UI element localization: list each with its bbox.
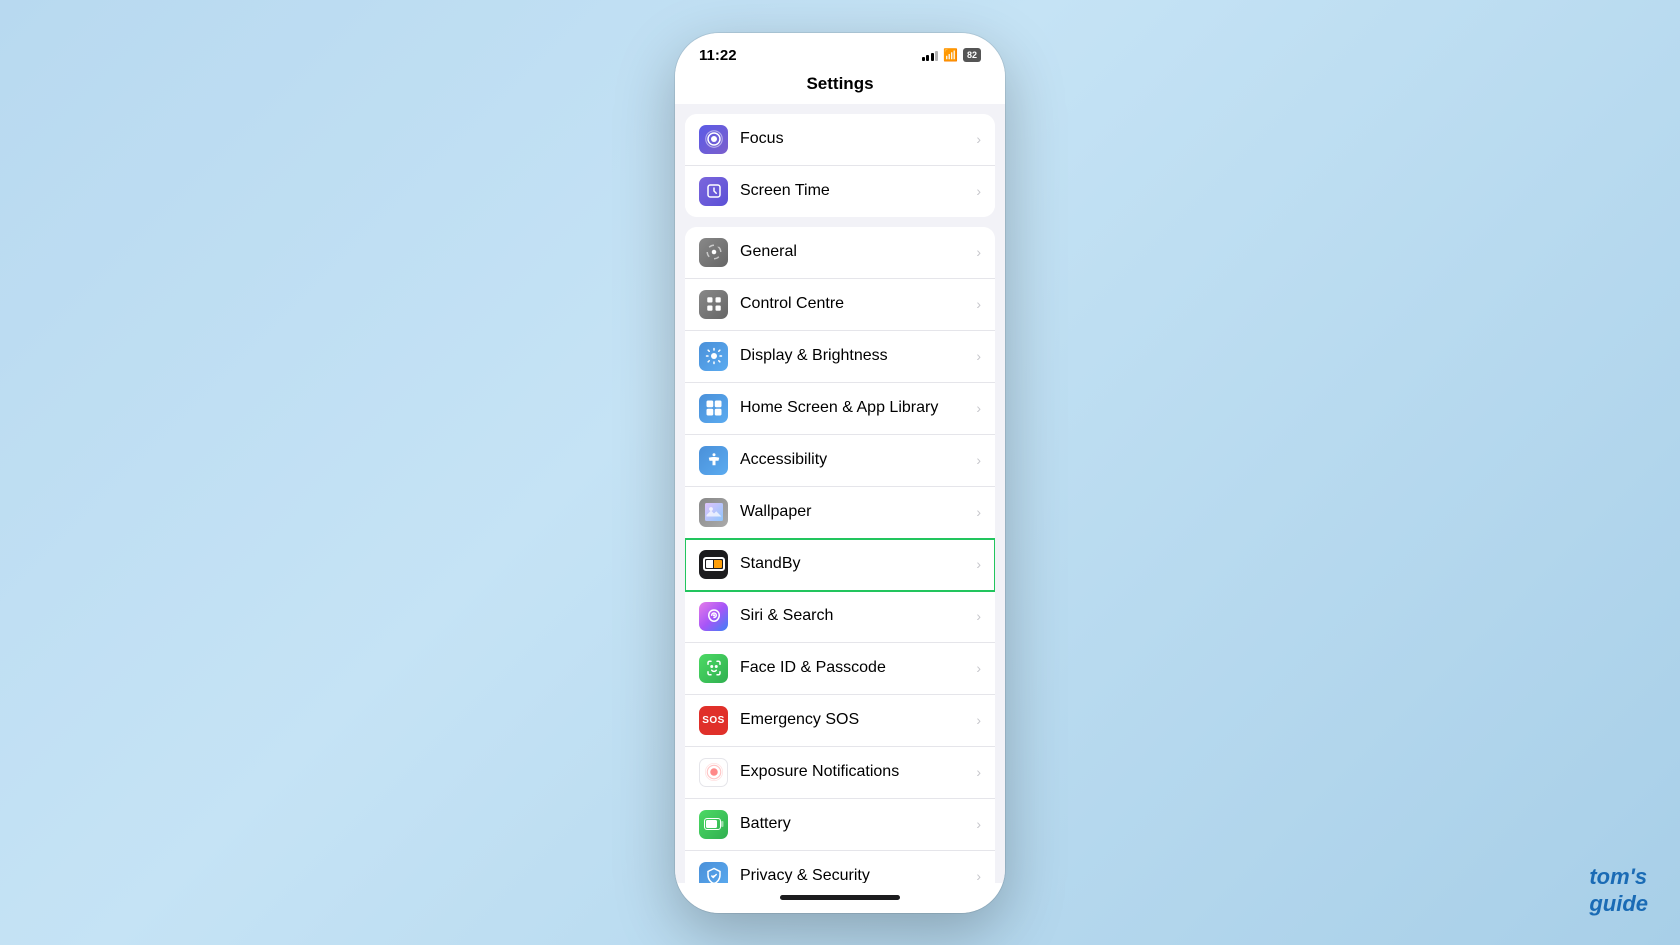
homescreen-icon-svg [705, 399, 723, 417]
status-bar: 11:22 📶 82 [675, 33, 1005, 70]
settings-row-emergency[interactable]: SOS Emergency SOS › [685, 695, 995, 747]
emergency-icon: SOS [699, 706, 728, 735]
wallpaper-label: Wallpaper [740, 503, 976, 521]
display-icon-svg [705, 347, 723, 365]
general-icon-svg [705, 243, 723, 261]
emergency-label: Emergency SOS [740, 711, 976, 729]
battery-icon: 82 [963, 48, 981, 62]
siri-icon-svg [705, 607, 723, 625]
phone-frame: 11:22 📶 82 Settings [675, 33, 1005, 913]
homescreen-icon [699, 394, 728, 423]
status-icons: 📶 82 [922, 48, 981, 62]
controlcentre-chevron: › [976, 296, 981, 312]
section-2: General › Control Centre › [685, 227, 995, 883]
controlcentre-icon-svg [705, 295, 723, 313]
exposure-chevron: › [976, 764, 981, 780]
emergency-icon-text: SOS [702, 715, 725, 726]
exposure-icon [699, 758, 728, 787]
exposure-label: Exposure Notifications [740, 763, 976, 781]
exposure-icon-svg [705, 763, 723, 781]
battery-icon-row [699, 810, 728, 839]
accessibility-label: Accessibility [740, 451, 976, 469]
accessibility-icon [699, 446, 728, 475]
screentime-icon-svg [705, 182, 723, 200]
settings-row-standby[interactable]: StandBy › [685, 539, 995, 591]
settings-row-siri[interactable]: Siri & Search › [685, 591, 995, 643]
toms-guide-line1: tom's [1589, 864, 1648, 890]
focus-label: Focus [740, 130, 976, 148]
home-indicator [675, 883, 1005, 913]
standby-icon [699, 550, 728, 579]
section-1: Focus › Screen Time › [685, 114, 995, 217]
emergency-chevron: › [976, 712, 981, 728]
faceid-chevron: › [976, 660, 981, 676]
settings-row-battery[interactable]: Battery › [685, 799, 995, 851]
focus-chevron: › [976, 131, 981, 147]
wifi-icon: 📶 [943, 48, 958, 62]
siri-icon [699, 602, 728, 631]
toms-guide-watermark: tom's guide [1589, 864, 1648, 917]
privacy-icon-svg [705, 867, 723, 883]
display-label: Display & Brightness [740, 347, 976, 365]
settings-row-controlcentre[interactable]: Control Centre › [685, 279, 995, 331]
controlcentre-label: Control Centre [740, 295, 976, 313]
settings-row-screentime[interactable]: Screen Time › [685, 166, 995, 217]
page-title: Settings [675, 70, 1005, 104]
settings-row-wallpaper[interactable]: Wallpaper › [685, 487, 995, 539]
standby-label: StandBy [740, 555, 976, 573]
general-chevron: › [976, 244, 981, 260]
signal-bars-icon [922, 50, 939, 61]
screentime-label: Screen Time [740, 182, 976, 200]
display-chevron: › [976, 348, 981, 364]
focus-icon [699, 125, 728, 154]
settings-row-focus[interactable]: Focus › [685, 114, 995, 166]
general-label: General [740, 243, 976, 261]
battery-chevron: › [976, 816, 981, 832]
homescreen-chevron: › [976, 400, 981, 416]
privacy-label: Privacy & Security [740, 867, 976, 883]
settings-row-general[interactable]: General › [685, 227, 995, 279]
settings-row-accessibility[interactable]: Accessibility › [685, 435, 995, 487]
siri-chevron: › [976, 608, 981, 624]
siri-label: Siri & Search [740, 607, 976, 625]
focus-icon-svg [705, 130, 723, 148]
screentime-icon [699, 177, 728, 206]
battery-label: Battery [740, 815, 976, 833]
accessibility-chevron: › [976, 452, 981, 468]
display-icon [699, 342, 728, 371]
privacy-chevron: › [976, 868, 981, 883]
wallpaper-icon [699, 498, 728, 527]
faceid-icon [699, 654, 728, 683]
privacy-icon [699, 862, 728, 883]
settings-row-faceid[interactable]: Face ID & Passcode › [685, 643, 995, 695]
settings-row-display[interactable]: Display & Brightness › [685, 331, 995, 383]
wallpaper-icon-svg [705, 503, 723, 521]
settings-row-exposure[interactable]: Exposure Notifications › [685, 747, 995, 799]
settings-row-privacy[interactable]: Privacy & Security › [685, 851, 995, 883]
settings-row-homescreen[interactable]: Home Screen & App Library › [685, 383, 995, 435]
standby-chevron: › [976, 556, 981, 572]
battery-icon-svg [704, 818, 724, 830]
general-icon [699, 238, 728, 267]
screentime-chevron: › [976, 183, 981, 199]
toms-guide-line2: guide [1589, 891, 1648, 917]
settings-scroll[interactable]: Focus › Screen Time › [675, 104, 1005, 883]
homescreen-label: Home Screen & App Library [740, 399, 976, 417]
status-time: 11:22 [699, 47, 737, 64]
controlcentre-icon [699, 290, 728, 319]
accessibility-icon-svg [705, 451, 723, 469]
faceid-label: Face ID & Passcode [740, 659, 976, 677]
standby-icon-inner [703, 557, 725, 571]
home-bar [780, 895, 900, 900]
wallpaper-chevron: › [976, 504, 981, 520]
faceid-icon-svg [705, 659, 723, 677]
